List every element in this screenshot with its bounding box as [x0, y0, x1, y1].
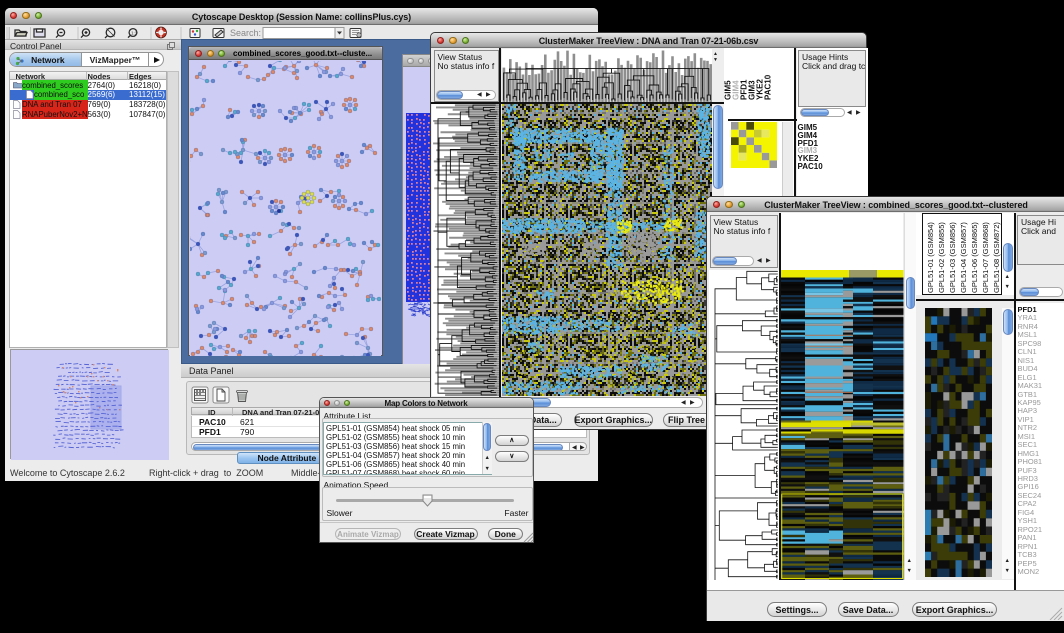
svg-text:GPL51-01 (GSM854): GPL51-01 (GSM854)	[926, 221, 935, 292]
svg-text:GPL51-08 (GSM872): GPL51-08 (GSM872)	[992, 221, 1001, 292]
svg-text:Search:: Search:	[230, 28, 261, 38]
svg-text:1:1: 1:1	[131, 31, 138, 36]
svg-text:GPL51-07 (GSM868): GPL51-07 (GSM868)	[981, 221, 990, 292]
svg-text:PAC10: PAC10	[764, 74, 773, 100]
svg-text:GPL51-02 (GSM855): GPL51-02 (GSM855)	[937, 221, 946, 292]
svg-text:GPL51-03 (GSM856): GPL51-03 (GSM856)	[948, 221, 957, 292]
svg-text:GPL51-06 (GSM865): GPL51-06 (GSM865)	[970, 221, 979, 292]
svg-text:GPL51-04 (GSM857): GPL51-04 (GSM857)	[959, 221, 968, 292]
